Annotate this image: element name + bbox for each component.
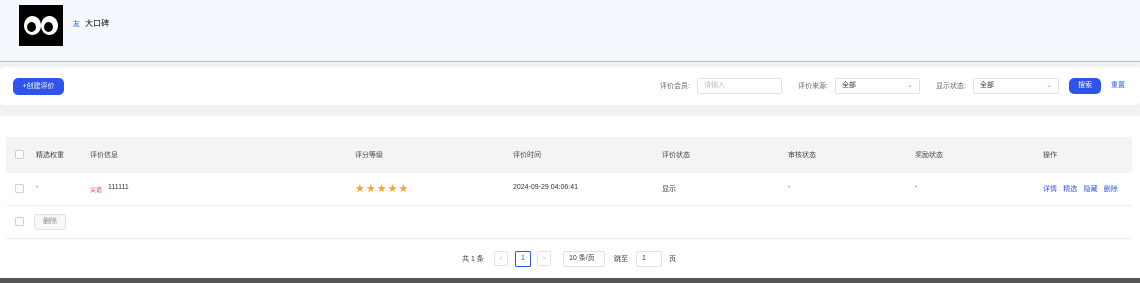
- member-input[interactable]: 请输入: [697, 78, 782, 94]
- status-select-value: 全部: [980, 82, 994, 89]
- search-button[interactable]: 搜索: [1069, 78, 1101, 94]
- col-actions: 操作: [1043, 152, 1057, 159]
- col-info: 评价信息: [90, 152, 118, 159]
- col-review-status: 审核状态: [788, 152, 816, 159]
- pagination-total: 共 1 条: [462, 256, 484, 263]
- table-row: - 尖追 111111 ★★★★★ 2024-09-29 04:06:41 显示…: [6, 173, 1132, 206]
- next-page-icon[interactable]: ›: [537, 251, 551, 266]
- member-label: 评价会员:: [660, 83, 690, 90]
- source-select[interactable]: 全部 ⌄: [835, 78, 920, 94]
- col-weight: 精选权重: [36, 152, 64, 159]
- filter-bar: +创建评价 评价会员: 请输入 评价来源: 全部 ⌄ 显示状态: 全部 ⌄ 搜索…: [0, 67, 1140, 105]
- row-actions: 详情 精选 隐藏 删除: [1043, 184, 1122, 194]
- page-size-value: 10 条/页: [569, 255, 595, 262]
- time-cell: 2024-09-29 04:06:41: [513, 184, 578, 191]
- col-time: 评价时间: [513, 152, 541, 159]
- row-checkbox[interactable]: [15, 184, 24, 193]
- goto-label: 跳至: [614, 256, 628, 263]
- bottom-strip: [0, 278, 1140, 283]
- logo: [19, 5, 63, 46]
- col-status: 评价状态: [662, 152, 690, 159]
- brand-name: 大口碑: [85, 19, 109, 28]
- bulk-select-checkbox[interactable]: [15, 217, 24, 226]
- info-tag: 尖追: [90, 188, 103, 194]
- goto-page-input[interactable]: 1: [636, 251, 662, 267]
- source-select-value: 全部: [842, 82, 856, 89]
- select-all-checkbox[interactable]: [15, 150, 24, 159]
- col-reward-status: 奖励状态: [915, 152, 943, 159]
- logo-eye-left: [24, 16, 41, 35]
- table-header: 精选权重 评价信息 评分等级 评价时间 评价状态 审核状态 奖励状态 操作: [6, 137, 1132, 173]
- app-header: 友 大口碑: [0, 0, 1140, 62]
- bulk-delete-button[interactable]: 删除: [34, 214, 66, 230]
- chevron-down-icon: ⌄: [1046, 82, 1052, 89]
- status-select[interactable]: 全部 ⌄: [973, 78, 1059, 94]
- review-status-cell: -: [788, 184, 791, 191]
- create-review-button[interactable]: +创建评价: [13, 78, 64, 95]
- hide-link[interactable]: 隐藏: [1083, 186, 1097, 193]
- reward-status-cell: -: [915, 184, 918, 191]
- col-rating: 评分等级: [355, 152, 383, 159]
- info-cell: 111111: [108, 184, 129, 191]
- logo-eye-right: [41, 16, 58, 35]
- reset-link[interactable]: 重置: [1111, 80, 1125, 90]
- detail-link[interactable]: 详情: [1043, 186, 1057, 193]
- source-label: 评价来源:: [798, 83, 828, 90]
- feature-link[interactable]: 精选: [1063, 186, 1077, 193]
- weight-cell: -: [36, 184, 39, 191]
- chevron-down-icon: ⌄: [907, 82, 913, 89]
- rating-stars: ★★★★★: [355, 183, 410, 195]
- bulk-actions-row: 删除: [6, 206, 1132, 239]
- status-cell: 显示: [662, 186, 676, 193]
- status-label: 显示状态:: [936, 83, 966, 90]
- delete-link[interactable]: 删除: [1104, 186, 1118, 193]
- current-page-button[interactable]: 1: [515, 251, 531, 267]
- prev-page-icon[interactable]: ‹: [494, 251, 508, 266]
- brand-tag: 友: [73, 21, 80, 28]
- page-suffix: 页: [669, 256, 676, 263]
- page-size-select[interactable]: 10 条/页: [563, 251, 605, 267]
